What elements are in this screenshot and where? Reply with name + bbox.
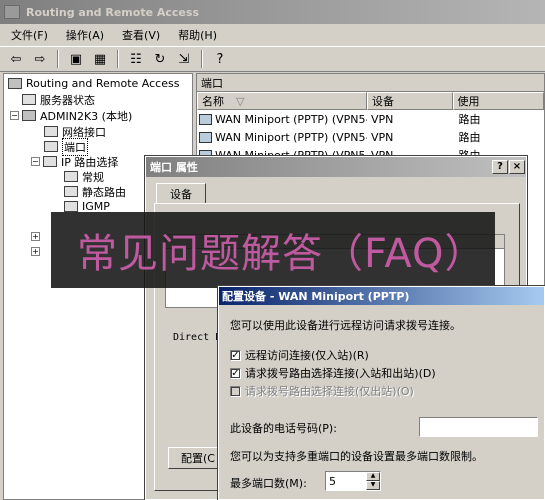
menu-file[interactable]: 文件(F) xyxy=(8,27,51,43)
faq-banner: 常见问题解答（FAQ） xyxy=(51,212,495,288)
menu-view[interactable]: 查看(V) xyxy=(119,27,163,43)
port-icon xyxy=(199,113,212,125)
tree-label: 静态路由 xyxy=(82,185,126,199)
tree-item-ports[interactable]: 端口 xyxy=(44,137,88,156)
tree-label: ADMIN2K3 (本地) xyxy=(40,109,133,123)
tab-device[interactable]: 设备 xyxy=(156,183,206,204)
tree-item-general[interactable]: 常规 xyxy=(64,169,104,184)
menu-bar: 文件(F) 操作(A) 查看(V) 帮助(H) xyxy=(0,25,545,45)
remote-access-checkbox[interactable]: ✓ xyxy=(230,349,241,361)
export-icon[interactable]: ⇲ xyxy=(174,49,194,69)
ip-routing-icon xyxy=(43,156,57,167)
dialog-titlebar: 配置设备 - WAN Miniport (PPTP) xyxy=(219,287,544,305)
row-use: 路由 xyxy=(458,113,481,126)
collapse-icon[interactable]: − xyxy=(31,157,40,166)
tree-item-collapsed[interactable]: + xyxy=(31,244,43,259)
column-name-label: 名称 xyxy=(202,95,224,108)
row-use: 路由 xyxy=(458,131,481,144)
tree-item-root[interactable]: Routing and Remote Access xyxy=(8,76,179,91)
igmp-icon xyxy=(64,201,78,212)
list-title: 端口 xyxy=(197,74,544,92)
dialog-titlebar: 端口 属性 xyxy=(146,157,526,177)
static-routes-icon xyxy=(64,186,78,197)
expand-icon[interactable]: + xyxy=(31,247,40,256)
phone-number-input[interactable] xyxy=(419,417,538,437)
properties-icon[interactable]: ☷ xyxy=(126,49,146,69)
row-device: VPN xyxy=(371,130,394,144)
spin-buttons[interactable]: ▲ ▼ xyxy=(366,472,380,490)
checkbox-label: 请求拨号路由选择连接(仅出站)(O) xyxy=(245,385,414,398)
spin-up-icon[interactable]: ▲ xyxy=(366,472,380,481)
collapse-icon[interactable]: − xyxy=(10,111,19,120)
max-ports-stepper[interactable]: 5 ▲ ▼ xyxy=(325,471,381,491)
app-icon xyxy=(4,5,20,19)
toolbar-separator xyxy=(117,50,119,68)
checkbox-label: 远程访问连接(仅入站)(R) xyxy=(245,349,369,362)
server-icon xyxy=(22,110,36,121)
phone-label: 此设备的电话号码(P): xyxy=(230,422,337,435)
show-tree-icon[interactable]: ▦ xyxy=(90,49,110,69)
tree-item-collapsed[interactable]: + xyxy=(31,229,43,244)
column-header-device[interactable]: 设备 xyxy=(367,92,453,110)
row-name: WAN Miniport (PPTP) (VPN5-127) xyxy=(215,112,367,126)
tree-root-label: Routing and Remote Access xyxy=(26,77,180,90)
tree-label: IP 路由选择 xyxy=(61,155,119,169)
back-icon[interactable]: ⇦ xyxy=(6,49,26,69)
dialog-title: 端口 属性 xyxy=(150,161,198,174)
close-icon[interactable]: × xyxy=(509,160,525,174)
table-row[interactable]: WAN Miniport (PPTP) (VPN5-127) VPN 路由 xyxy=(197,110,544,128)
help-icon[interactable]: ? xyxy=(210,49,230,69)
window-title: Routing and Remote Access xyxy=(26,5,199,19)
tree-label: 常规 xyxy=(82,170,104,184)
column-header-use[interactable]: 使用 xyxy=(452,92,544,110)
forward-icon[interactable]: ⇨ xyxy=(30,49,50,69)
column-header-name[interactable]: 名称 ▽ xyxy=(197,92,367,110)
menu-action[interactable]: 操作(A) xyxy=(63,27,107,43)
demand-dial-checkbox-row[interactable]: ✓ 请求拨号路由选择连接(入站和出站)(D) xyxy=(230,365,436,381)
sort-down-icon: ▽ xyxy=(236,94,245,108)
server-status-icon xyxy=(22,94,36,105)
menu-help[interactable]: 帮助(H) xyxy=(175,27,220,43)
tree-item-server[interactable]: − ADMIN2K3 (本地) xyxy=(10,108,132,123)
tree-label: 服务器状态 xyxy=(40,93,95,107)
tree-item-static-routes[interactable]: 静态路由 xyxy=(64,184,126,199)
toolbar-separator xyxy=(201,50,203,68)
list-header: 名称 ▽ 设备 使用 xyxy=(197,92,544,110)
expand-icon[interactable]: + xyxy=(31,232,40,241)
outbound-only-checkbox[interactable] xyxy=(230,385,241,397)
computer-icon xyxy=(8,78,22,89)
configure-device-dialog: 配置设备 - WAN Miniport (PPTP) 您可以使用此设备进行远程访… xyxy=(217,285,545,500)
network-interface-icon xyxy=(44,126,58,137)
intro-text: 您可以使用此设备进行远程访问请求拨号连接。 xyxy=(230,319,461,332)
tree-item-server-status[interactable]: 服务器状态 xyxy=(22,92,95,107)
help-icon[interactable]: ? xyxy=(492,160,508,174)
toolbar: ⇦ ⇨ ▣ ▦ ☷ ↻ ⇲ ? xyxy=(0,46,545,72)
ports-icon xyxy=(44,141,58,152)
refresh-icon[interactable]: ↻ xyxy=(150,49,170,69)
row-name: WAN Miniport (PPTP) (VPN5-126) xyxy=(215,130,367,144)
multi-port-note: 您可以为支持多重端口的设备设置最多端口数限制。 xyxy=(230,450,483,463)
up-folder-icon[interactable]: ▣ xyxy=(66,49,86,69)
remote-access-checkbox-row[interactable]: ✓ 远程访问连接(仅入站)(R) xyxy=(230,347,369,363)
general-icon xyxy=(64,171,78,182)
tree-item-ip-routing[interactable]: − IP 路由选择 xyxy=(31,154,118,169)
demand-dial-checkbox[interactable]: ✓ xyxy=(230,367,241,379)
table-row[interactable]: WAN Miniport (PPTP) (VPN5-126) VPN 路由 xyxy=(197,128,544,146)
spin-down-icon[interactable]: ▼ xyxy=(366,481,380,490)
max-ports-label: 最多端口数(M): xyxy=(230,477,307,490)
port-icon xyxy=(199,131,212,143)
window-titlebar: Routing and Remote Access xyxy=(0,0,545,24)
max-ports-value: 5 xyxy=(329,474,336,488)
row-device: VPN xyxy=(371,112,394,126)
toolbar-separator xyxy=(57,50,59,68)
dialog-title: 配置设备 - WAN Miniport (PPTP) xyxy=(222,290,410,303)
outbound-only-checkbox-row[interactable]: 请求拨号路由选择连接(仅出站)(O) xyxy=(230,383,414,399)
checkbox-label: 请求拨号路由选择连接(入站和出站)(D) xyxy=(245,367,436,380)
